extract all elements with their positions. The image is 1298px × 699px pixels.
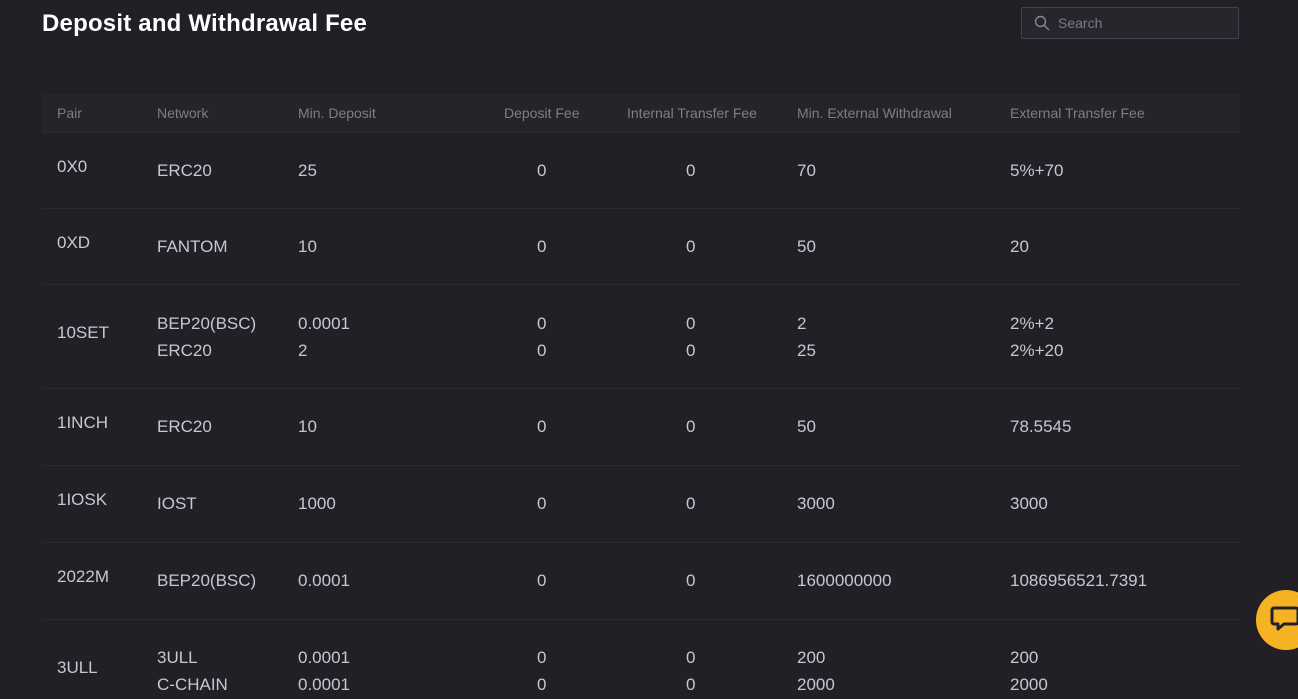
pair-cell: 1IOSK [57,490,108,509]
min-withdrawal-cell: 2 25 [797,314,816,360]
network-cell: 3ULL C-CHAIN [157,648,228,694]
page: Deposit and Withdrawal Fee Pair Network … [0,0,1298,699]
deposit-fee-cell: 0 [537,417,547,436]
network-cell: FANTOM [157,237,228,256]
min-deposit-cell: 0.0001 0.0001 [298,648,350,694]
min-deposit-cell: 10 [298,417,317,436]
external-fee-cell: 20 [1010,237,1029,256]
deposit-fee-cell: 0 [537,571,547,590]
min-deposit-cell: 25 [298,161,317,180]
external-fee-cell: 2%+2 2%+20 [1010,314,1064,360]
chat-bubble-icon [1270,603,1298,638]
pair-cell: 1INCH [57,413,109,432]
pair-cell: 2022M [57,567,109,586]
column-header-deposit-fee: Deposit Fee [504,105,580,121]
internal-fee-cell: 0 [686,237,696,256]
min-withdrawal-cell: 1600000000 [797,571,892,590]
pair-cell: 3ULL [57,658,98,677]
network-cell: ERC20 [157,161,212,180]
external-fee-cell: 200 2000 [1010,648,1048,694]
internal-fee-cell: 0 [686,417,696,436]
column-header-external-transfer-fee: External Transfer Fee [1010,105,1145,121]
network-cell: ERC20 [157,417,212,436]
network-cell: IOST [157,494,197,513]
table-row: 2022M BEP20(BSC) 0.0001 0 0 1600000000 1… [42,543,1240,620]
column-header-network: Network [157,105,209,121]
page-title: Deposit and Withdrawal Fee [42,10,368,37]
min-withdrawal-cell: 200 2000 [797,648,835,694]
internal-fee-cell: 0 [686,494,696,513]
internal-fee-cell: 0 [686,571,696,590]
min-deposit-cell: 0.0001 2 [298,314,350,360]
internal-fee-cell: 0 0 [686,314,696,360]
table-row: 1IOSK IOST 1000 0 0 3000 3000 [42,466,1240,543]
min-deposit-cell: 1000 [298,494,336,513]
deposit-fee-cell: 0 [537,494,547,513]
external-fee-cell: 78.5545 [1010,417,1072,436]
network-cell: BEP20(BSC) ERC20 [157,314,257,360]
network-cell: BEP20(BSC) [157,571,257,590]
pair-cell: 0X0 [57,157,88,176]
internal-fee-cell: 0 [686,161,696,180]
table-header: Pair Network Min. Deposit Deposit Fee In… [42,94,1240,133]
table-row: 1INCH ERC20 10 0 0 50 78.5545 [42,389,1240,466]
chat-widget-button[interactable] [1256,590,1298,650]
deposit-fee-cell: 0 [537,237,547,256]
deposit-fee-cell: 0 0 [537,648,547,694]
search-input[interactable] [1058,15,1239,31]
fee-table: Pair Network Min. Deposit Deposit Fee In… [42,94,1240,699]
search-box[interactable] [1021,7,1239,39]
external-fee-cell: 5%+70 [1010,161,1064,180]
table-row: 0XD FANTOM 10 0 0 50 20 [42,209,1240,285]
external-fee-cell: 3000 [1010,494,1048,513]
column-header-internal-transfer-fee: Internal Transfer Fee [627,105,757,121]
table-row: 3ULL 3ULL C-CHAIN 0.0001 0.0001 0 0 0 0 … [42,620,1240,699]
min-withdrawal-cell: 50 [797,417,816,436]
pair-cell: 10SET [57,323,109,342]
search-icon [1034,15,1050,31]
deposit-fee-cell: 0 0 [537,314,547,360]
min-deposit-cell: 0.0001 [298,571,350,590]
min-withdrawal-cell: 50 [797,237,816,256]
min-withdrawal-cell: 3000 [797,494,835,513]
table-row: 0X0 ERC20 25 0 0 70 5%+70 [42,133,1240,209]
column-header-min-external-withdrawal: Min. External Withdrawal [797,105,952,121]
column-header-min-deposit: Min. Deposit [298,105,376,121]
deposit-fee-cell: 0 [537,161,547,180]
table-row: 10SET BEP20(BSC) ERC20 0.0001 2 0 0 0 0 … [42,285,1240,389]
external-fee-cell: 1086956521.7391 [1010,571,1148,590]
internal-fee-cell: 0 0 [686,648,696,694]
min-deposit-cell: 10 [298,237,317,256]
column-header-pair: Pair [57,105,82,121]
min-withdrawal-cell: 70 [797,161,816,180]
pair-cell: 0XD [57,233,91,252]
